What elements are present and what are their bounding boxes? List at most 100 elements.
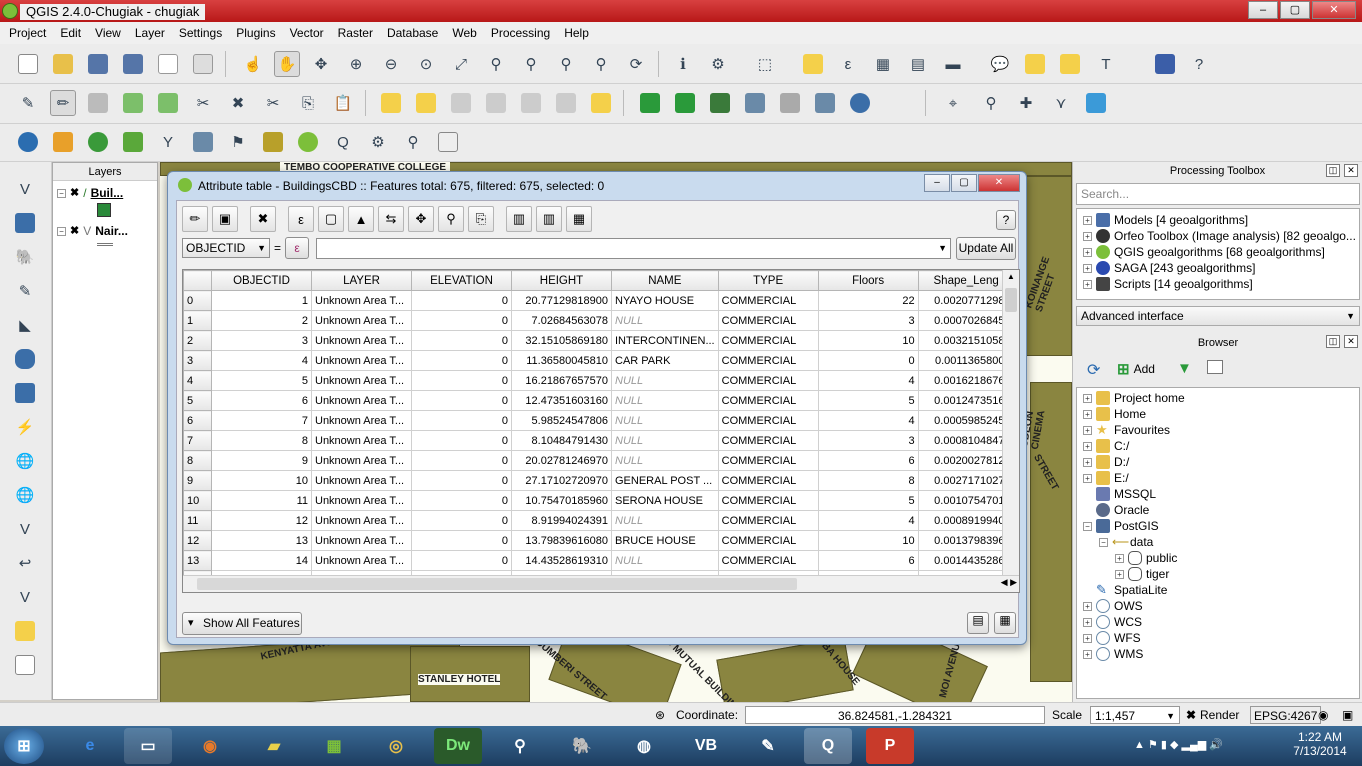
- attribute-table-icon[interactable]: ▦: [870, 51, 896, 77]
- table-cell[interactable]: 16.21867657570: [511, 370, 612, 391]
- new-project-icon[interactable]: [15, 51, 41, 77]
- menu-project[interactable]: Project: [2, 26, 53, 40]
- minimize-button[interactable]: –: [1248, 1, 1278, 19]
- table-cell[interactable]: 0.00107547019: [917, 490, 1015, 511]
- toolbox-mode-select[interactable]: Advanced interface ▼: [1076, 306, 1360, 326]
- table-cell[interactable]: 0: [411, 430, 512, 451]
- row-header[interactable]: 7: [183, 430, 212, 451]
- table-row[interactable]: 8 9 Unknown Area T... 0 20.02781246970 NULL CO…: [183, 450, 1015, 471]
- powerpoint-icon[interactable]: P: [866, 728, 914, 764]
- dialog-close-button[interactable]: ✕: [978, 174, 1020, 192]
- row-header[interactable]: 8: [183, 450, 212, 471]
- new-column-icon[interactable]: ▥: [536, 206, 562, 232]
- browser-item[interactable]: + D:/: [1083, 454, 1359, 470]
- table-cell[interactable]: COMMERCIAL: [717, 310, 819, 331]
- table-cell[interactable]: NULL: [611, 390, 719, 411]
- table-cell[interactable]: Unknown Area T...: [311, 430, 412, 451]
- save-edits-icon[interactable]: [85, 90, 111, 116]
- remove-layer-icon[interactable]: [12, 652, 38, 678]
- grass-mapset-icon[interactable]: [672, 90, 698, 116]
- rotate-label-icon[interactable]: [518, 90, 544, 116]
- table-cell[interactable]: 0.00081048479: [917, 430, 1015, 451]
- refresh-icon[interactable]: ⟳: [623, 51, 649, 77]
- messages-icon[interactable]: ▣: [1342, 706, 1353, 724]
- filter-icon[interactable]: ▼: [1177, 360, 1192, 377]
- table-cell[interactable]: Unknown Area T...: [311, 510, 412, 531]
- help-icon[interactable]: [1152, 51, 1178, 77]
- add-raster-layer-icon[interactable]: [12, 210, 38, 236]
- table-cell[interactable]: COMMERCIAL: [717, 490, 819, 511]
- table-row[interactable]: 9 10 Unknown Area T... 0 27.17102720970 GENER…: [183, 470, 1015, 491]
- scale-combo[interactable]: 1:1,457 ▼: [1090, 706, 1180, 724]
- table-cell[interactable]: 0.00144352862: [917, 550, 1015, 571]
- save-edits-icon[interactable]: ▣: [212, 206, 238, 232]
- table-cell[interactable]: COMMERCIAL: [717, 430, 819, 451]
- table-cell[interactable]: INTERCONTINEN...: [611, 330, 719, 351]
- delete-column-icon[interactable]: ▥: [506, 206, 532, 232]
- table-cell[interactable]: 5: [211, 370, 312, 391]
- table-cell[interactable]: 10: [817, 330, 919, 351]
- table-cell[interactable]: 0.00089199402: [917, 510, 1015, 531]
- table-row[interactable]: 0 1 Unknown Area T... 0 20.77129818900 NYAYO …: [183, 290, 1015, 311]
- table-cell[interactable]: 14: [211, 550, 312, 571]
- browser-item[interactable]: + C:/: [1083, 438, 1359, 454]
- update-value-input[interactable]: ▼: [316, 238, 951, 259]
- menu-layer[interactable]: Layer: [128, 26, 172, 40]
- table-row[interactable]: 7 8 Unknown Area T... 0 8.10484791430 NULL COM…: [183, 430, 1015, 451]
- close-panel-icon[interactable]: ✕: [1344, 335, 1358, 348]
- pan-to-selection-icon[interactable]: ✥: [308, 51, 334, 77]
- add-wms-layer-icon[interactable]: ⚡: [12, 414, 38, 440]
- table-cell[interactable]: 8: [211, 430, 312, 451]
- draw-app-icon[interactable]: ✎: [744, 728, 792, 764]
- map-tips-icon[interactable]: 💬: [987, 51, 1013, 77]
- table-cell[interactable]: Unknown Area T...: [311, 290, 412, 311]
- table-cell[interactable]: 0: [411, 350, 512, 371]
- column-header[interactable]: ELEVATION: [411, 270, 512, 291]
- browser-item[interactable]: + tiger: [1083, 566, 1359, 582]
- toggle-editing-icon[interactable]: ✏: [182, 206, 208, 232]
- toolbox-item[interactable]: + SAGA [243 geoalgorithms]: [1083, 260, 1359, 276]
- table-cell[interactable]: 0: [411, 290, 512, 311]
- update-all-button[interactable]: Update All: [956, 237, 1016, 260]
- touch-zoom-icon[interactable]: ☝: [240, 51, 266, 77]
- table-cell[interactable]: 2: [211, 310, 312, 331]
- table-cell[interactable]: COMMERCIAL: [717, 290, 819, 311]
- table-cell[interactable]: NULL: [611, 430, 719, 451]
- georeferencer-icon[interactable]: ⚲: [978, 90, 1004, 116]
- table-cell[interactable]: 7: [211, 410, 312, 431]
- zoom-selection-icon[interactable]: ⚲: [483, 51, 509, 77]
- show-hide-labels-icon[interactable]: [588, 90, 614, 116]
- table-cell[interactable]: NYAYO HOUSE: [611, 290, 719, 311]
- spreadsheet-icon[interactable]: ▦: [310, 728, 358, 764]
- browser-item[interactable]: Oracle: [1083, 502, 1359, 518]
- column-header[interactable]: NAME: [611, 270, 719, 291]
- search-app-icon[interactable]: ⚲: [496, 728, 544, 764]
- spatial-query-icon[interactable]: Y: [155, 129, 181, 155]
- import-shapefile-icon[interactable]: [777, 90, 803, 116]
- table-cell[interactable]: 20.77129818900: [511, 290, 612, 311]
- horizontal-scrollbar[interactable]: ◀ ▶: [183, 575, 1019, 592]
- layer-item-nairobi[interactable]: − ✖ V Nair...: [53, 223, 157, 239]
- add-wfs-layer-icon[interactable]: 🌐: [12, 482, 38, 508]
- table-cell[interactable]: Unknown Area T...: [311, 330, 412, 351]
- table-cell[interactable]: COMMERCIAL: [717, 530, 819, 551]
- new-spatialite-icon[interactable]: [12, 618, 38, 644]
- table-cell[interactable]: 10: [211, 470, 312, 491]
- table-cell[interactable]: 0: [411, 450, 512, 471]
- table-cell[interactable]: NULL: [611, 510, 719, 531]
- table-cell[interactable]: 4: [817, 510, 919, 531]
- add-mssql-layer-icon[interactable]: ◣: [12, 312, 38, 338]
- add-vector-layer-icon[interactable]: V: [12, 176, 38, 202]
- column-header[interactable]: Floors: [817, 270, 919, 291]
- table-cell[interactable]: 8: [817, 470, 919, 491]
- table-cell[interactable]: Unknown Area T...: [311, 410, 412, 431]
- table-cell[interactable]: Unknown Area T...: [311, 470, 412, 491]
- collapse-icon[interactable]: −: [57, 226, 66, 236]
- grass-region-icon[interactable]: [742, 90, 768, 116]
- plugin-leaf-icon[interactable]: [295, 129, 321, 155]
- vertical-scrollbar[interactable]: ▲: [1002, 270, 1019, 592]
- chrome-icon[interactable]: ◎: [372, 728, 420, 764]
- highlight-labels-icon[interactable]: [448, 90, 474, 116]
- table-cell[interactable]: NULL: [611, 370, 719, 391]
- zoom-to-selected-icon[interactable]: ⚲: [438, 206, 464, 232]
